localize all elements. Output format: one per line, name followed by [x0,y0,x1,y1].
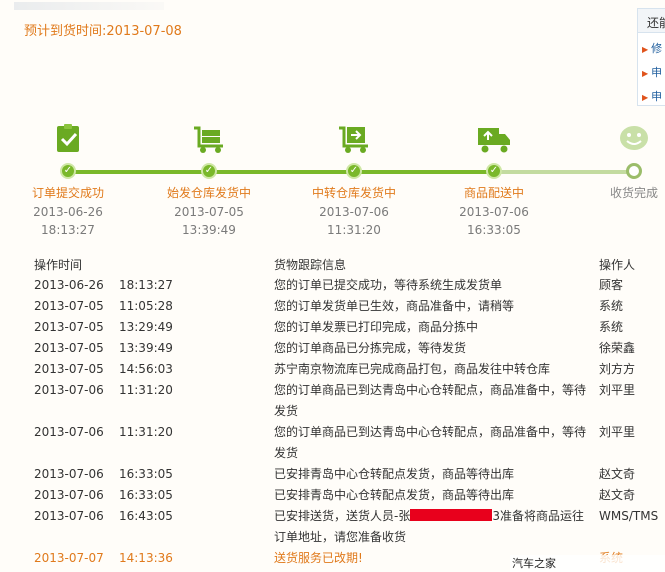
row-operator: 系统 [599,299,624,313]
step-date: 2013-06-26 [33,205,103,219]
header-operator: 操作人 [599,257,636,272]
row-time: 2013-07-06 16:43:05 [34,509,173,523]
smiley-icon [620,126,648,150]
row-info: 苏宁南京物流库已完成商品打包，商品发往中转仓库 [274,362,551,376]
row-operator: 赵文奇 [599,488,636,502]
side-panel: 还能 ▶修 ▶申 ▶申 [637,8,665,106]
estimated-arrival: 预计到货时间:2013-07-08 [24,24,182,39]
header-time: 操作时间 [34,257,83,272]
step-date: 2013-07-06 [459,205,529,219]
step-done-dot: ✓ [346,163,362,179]
progress-track-pending [490,170,630,174]
watermark-blur [14,2,164,10]
side-link-2[interactable]: ▶ 申 [638,57,665,81]
row-operator: 系统 [599,320,624,334]
row-time: 2013-07-07 14:13:36 [34,551,173,565]
step-done-dot: ✓ [486,163,502,179]
order-progress: ✓ 订单提交成功 2013-06-26 18:13:27 ✓ 始发仓库发货中 2… [0,120,665,245]
row-time: 2013-06-26 18:13:27 [34,278,173,292]
arrow-right-icon: ▶ [642,69,649,78]
table-row: 2013-07-05 14:56:03 苏宁南京物流库已完成商品打包，商品发往中… [34,359,664,380]
row-info: 已安排青岛中心仓转配点发货，商品等待出库 [274,488,515,502]
row-operator: 刘平里 [599,425,636,439]
row-info: 您的订单商品已到达青岛中心仓转配点，商品准备中，等待发货 [274,425,587,460]
table-row: 2013-07-06 16:33:05 已安排青岛中心仓转配点发货，商品等待出库… [34,464,664,485]
row-info: 您的订单商品已到达青岛中心仓转配点，商品准备中，等待发货 [274,383,587,418]
site-watermark: 汽车之家 AUTOHOME.COM.CN [510,555,665,572]
step-pending-dot [626,163,642,179]
delivery-truck-icon [478,128,510,153]
header-info: 货物跟踪信息 [274,257,347,272]
row-operator: WMS/TMS [599,509,659,523]
row-time: 2013-07-06 11:31:20 [34,383,173,397]
cart-boxes-icon [194,126,223,153]
table-row: 2013-07-06 16:43:05 已安排送货，送货人员-张 3准备将商品运往… [34,506,664,548]
step-name: 订单提交成功 [31,186,104,200]
row-time: 2013-07-05 14:56:03 [34,362,173,376]
step-name: 商品配送中 [463,186,524,200]
row-time: 2013-07-06 11:31:20 [34,425,173,439]
table-header-row: 操作时间 货物跟踪信息 操作人 [34,253,664,275]
row-info: 已安排青岛中心仓转配点发货，商品等待出库 [274,467,515,481]
cart-transfer-icon [339,126,368,153]
row-time: 2013-07-05 11:05:28 [34,299,173,313]
row-time: 2013-07-05 13:39:49 [34,341,173,355]
row-operator: 赵文奇 [599,467,636,481]
row-info: 您的订单商品已分拣完成，等待发货 [274,341,467,355]
table-row: 2013-07-06 16:33:05 已安排青岛中心仓转配点发货，商品等待出库… [34,485,664,506]
step-date: 2013-07-06 [319,205,389,219]
progress-track-done [68,170,490,174]
step-time: 18:13:27 [41,223,95,237]
step-time: 11:31:20 [327,223,381,237]
row-time: 2013-07-06 16:33:05 [34,488,173,502]
row-time: 2013-07-06 16:33:05 [34,467,173,481]
step-done-dot: ✓ [201,163,217,179]
side-panel-title: 还能 [638,9,665,33]
table-row: 2013-07-05 11:05:28 您的订单发货单已生效，商品准备中，请稍等… [34,296,664,317]
arrow-right-icon: ▶ [642,93,649,102]
row-operator: 徐荣鑫 [599,341,636,355]
row-operator: 顾客 [599,278,624,292]
step-name: 中转仓库发货中 [311,186,396,200]
row-info: 已安排送货，送货人员-张 3准备将商品运往订单地址，请您准备收货 [274,509,584,544]
row-operator: 刘方方 [599,362,636,376]
row-time: 2013-07-05 13:29:49 [34,320,173,334]
row-info: 您的订单发票已打印完成，商品分拣中 [274,320,479,334]
check-clipboard-icon [57,124,79,152]
step-time: 13:39:49 [182,223,236,237]
row-info: 您的订单发货单已生效，商品准备中，请稍等 [274,299,515,313]
table-row: 2013-07-05 13:39:49 您的订单商品已分拣完成，等待发货 徐荣鑫 [34,338,664,359]
tracking-table: 操作时间 货物跟踪信息 操作人 2013-06-26 18:13:27 您的订单… [34,253,664,569]
table-row: 2013-06-26 18:13:27 您的订单已提交成功，等待系统生成发货单 … [34,275,664,296]
row-operator: 刘平里 [599,383,636,397]
row-info: 您的订单已提交成功，等待系统生成发货单 [274,278,503,292]
arrow-right-icon: ▶ [642,45,649,54]
side-link-1[interactable]: ▶ 修 [638,33,665,57]
table-row: 2013-07-06 11:31:20 您的订单商品已到达青岛中心仓转配点，商品… [34,422,664,464]
redaction-bar [410,509,493,521]
step-name: 始发仓库发货中 [166,186,251,200]
table-row: 2013-07-05 13:29:49 您的订单发票已打印完成，商品分拣中 系统 [34,317,664,338]
side-link-3[interactable]: ▶ 申 [638,81,665,105]
step-done-dot: ✓ [60,163,76,179]
step-date: 2013-07-05 [174,205,244,219]
table-row: 2013-07-06 11:31:20 您的订单商品已到达青岛中心仓转配点，商品… [34,380,664,422]
step-name: 收货完成 [609,186,658,200]
step-time: 16:33:05 [467,223,521,237]
